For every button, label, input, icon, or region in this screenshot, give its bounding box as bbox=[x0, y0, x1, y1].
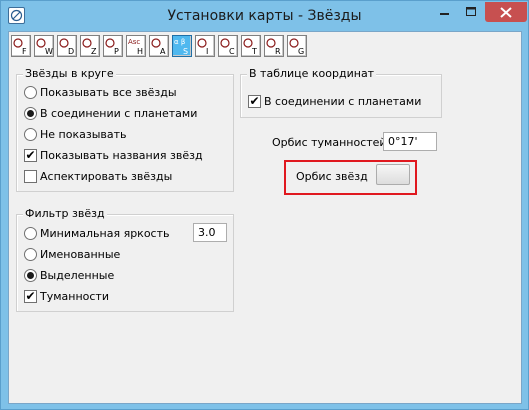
toolbar-button-letter: F bbox=[22, 47, 27, 56]
toolbar-button-p[interactable]: P bbox=[103, 35, 123, 57]
title-bar[interactable]: Установки карты - Звёзды bbox=[1, 1, 528, 31]
toolbar-button-f[interactable]: F bbox=[11, 35, 31, 57]
toolbar-button-letter: G bbox=[298, 47, 304, 56]
toolbar-button-letter: I bbox=[206, 47, 208, 56]
checkbox-label: Показывать названия звёзд bbox=[40, 148, 203, 162]
checkbox-label: Туманности bbox=[40, 289, 109, 303]
toolbar-button-s[interactable]: α βS bbox=[172, 35, 192, 57]
toolbar-button-h[interactable]: Asc H bbox=[126, 35, 146, 57]
radio-in-conjunction[interactable]: В соединении с планетами bbox=[24, 105, 197, 121]
toolbar-button-d[interactable]: D bbox=[57, 35, 77, 57]
toolbar-button-letter: H bbox=[137, 47, 143, 56]
toolbar-button-g[interactable]: G bbox=[287, 35, 307, 57]
stars-s-icon: α βS bbox=[174, 38, 188, 56]
aspect-z-icon: Z bbox=[82, 38, 97, 56]
toolbar-button-letter: R bbox=[275, 47, 281, 56]
minimize-button[interactable] bbox=[431, 2, 458, 22]
asc-h-icon: AscH bbox=[128, 38, 143, 56]
minimize-icon bbox=[439, 13, 449, 15]
toolbar-button-t[interactable]: T bbox=[241, 35, 261, 57]
radio-button[interactable] bbox=[24, 106, 37, 120]
settings-window: Установки карты - Звёзды F W D Z P Asc H Aα βS I… bbox=[0, 0, 529, 410]
star-filter-group: Фильтр звёзд Минимальная яркость 3.0 Име… bbox=[16, 207, 234, 312]
radio-label: Показывать все звёзды bbox=[40, 85, 177, 99]
stars-in-circle-title: Звёзды в круге bbox=[23, 67, 116, 81]
toolbar-button-z[interactable]: Z bbox=[80, 35, 100, 57]
checkbox-show-names[interactable]: ✔ Показывать названия звёзд bbox=[24, 147, 203, 163]
radio-label: В соединении с планетами bbox=[40, 106, 198, 120]
radio-label: Именованные bbox=[40, 247, 121, 261]
toolbar-button-a[interactable]: A bbox=[149, 35, 169, 57]
toolbar-button-letter: D bbox=[68, 47, 74, 56]
checkbox-aspect-stars[interactable]: Аспектировать звёзды bbox=[24, 168, 172, 184]
checkbox[interactable]: ✔ bbox=[24, 148, 37, 162]
radio-show-all[interactable]: Показывать все звёзды bbox=[24, 84, 177, 100]
star-orb-button[interactable] bbox=[376, 164, 410, 185]
checkbox[interactable] bbox=[24, 169, 37, 183]
circle-d-icon: D bbox=[59, 38, 74, 56]
checkbox[interactable]: ✔ bbox=[24, 289, 37, 303]
toolbar-button-top-text: α β bbox=[174, 38, 185, 46]
radio-selected[interactable]: Выделенные bbox=[24, 267, 114, 283]
toolbar-button-i[interactable]: I bbox=[195, 35, 215, 57]
toolbar-button-c[interactable]: C bbox=[218, 35, 238, 57]
coord-table-title: В таблице координат bbox=[247, 67, 377, 81]
checkbox-nebulae[interactable]: ✔ Туманности bbox=[24, 288, 109, 304]
checkbox-coord-conjunction[interactable]: ✔ В соединении с планетами bbox=[248, 93, 421, 109]
text-t-icon: T bbox=[243, 38, 257, 56]
close-button[interactable] bbox=[485, 2, 527, 22]
toolbar-button-r[interactable]: R bbox=[264, 35, 284, 57]
maximize-icon bbox=[466, 7, 476, 16]
star-orb-label: Орбис звёзд bbox=[296, 170, 368, 183]
radio-button[interactable] bbox=[24, 226, 37, 240]
radio-named[interactable]: Именованные bbox=[24, 246, 120, 262]
radio-button[interactable] bbox=[24, 85, 37, 99]
star-filter-title: Фильтр звёзд bbox=[23, 207, 107, 221]
radio-label: Минимальная яркость bbox=[40, 226, 170, 240]
circle-w-icon: W bbox=[36, 38, 53, 56]
min-brightness-input[interactable]: 3.0 bbox=[193, 223, 227, 242]
radio-do-not-show[interactable]: Не показывать bbox=[24, 126, 127, 142]
toolbar-button-letter: A bbox=[160, 47, 166, 56]
toolbar-button-top-text: Asc bbox=[128, 38, 140, 46]
coord-table-group: В таблице координат ✔ В соединении с пла… bbox=[240, 67, 442, 118]
checkbox-label: В соединении с планетами bbox=[264, 94, 422, 108]
shapes-a-icon: A bbox=[151, 38, 166, 56]
toolbar-button-letter: P bbox=[114, 47, 119, 56]
grid-g-icon: G bbox=[289, 38, 304, 56]
toolbar-button-letter: S bbox=[183, 47, 188, 56]
toolbar-button-letter: Z bbox=[91, 47, 97, 56]
dialog-client: F W D Z P Asc H Aα βS I C T R G Звёзды в круге Показ… bbox=[8, 31, 522, 404]
radio-min-brightness[interactable]: Минимальная яркость bbox=[24, 225, 170, 241]
toolbar-button-letter: C bbox=[229, 47, 235, 56]
radio-label: Не показывать bbox=[40, 127, 127, 141]
maximize-button[interactable] bbox=[458, 2, 484, 22]
toolbar-button-letter: W bbox=[45, 47, 53, 56]
page-r-icon: R bbox=[266, 38, 281, 56]
close-icon bbox=[500, 6, 512, 18]
toolbar: F W D Z P Asc H Aα βS I C T R G bbox=[11, 34, 310, 61]
radio-button[interactable] bbox=[24, 127, 37, 141]
planet-sign-icon: F bbox=[13, 38, 27, 56]
nebula-orb-label: Орбис туманностей bbox=[272, 136, 387, 149]
colors-c-icon: C bbox=[220, 38, 235, 56]
toolbar-button-w[interactable]: W bbox=[34, 35, 54, 57]
radio-label: Выделенные bbox=[40, 268, 115, 282]
gender-p-icon: P bbox=[105, 38, 119, 56]
nebula-orb-input[interactable]: 0°17' bbox=[383, 132, 437, 151]
radio-button[interactable] bbox=[24, 247, 37, 261]
toolbar-button-letter: T bbox=[251, 47, 257, 56]
checkbox[interactable]: ✔ bbox=[248, 94, 261, 108]
radio-button[interactable] bbox=[24, 268, 37, 282]
stars-in-circle-group: Звёзды в круге Показывать все звёзды В с… bbox=[16, 67, 234, 192]
frames-i-icon: I bbox=[197, 38, 208, 56]
checkbox-label: Аспектировать звёзды bbox=[40, 169, 173, 183]
